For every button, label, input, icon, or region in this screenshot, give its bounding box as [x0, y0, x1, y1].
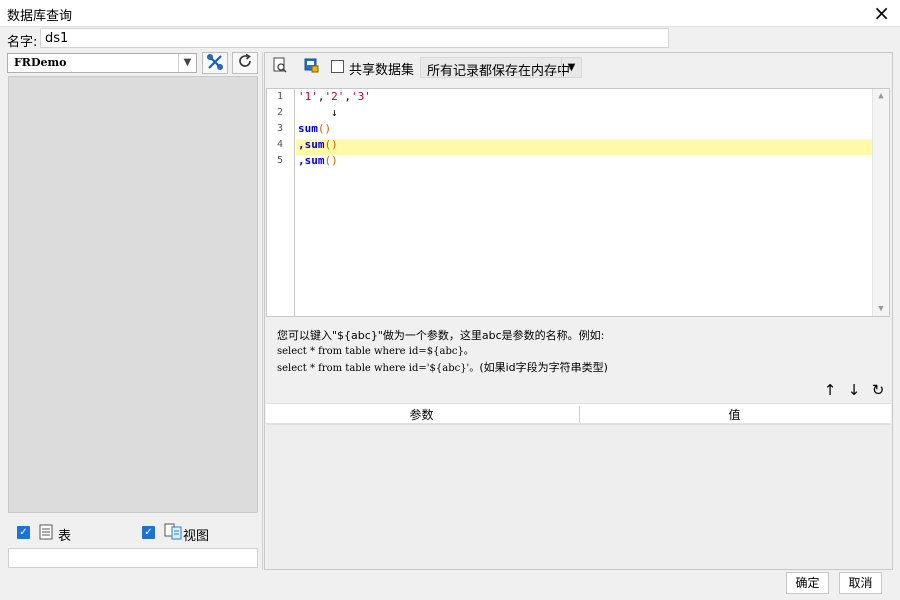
dialog-footer: 确定 取消: [0, 571, 900, 600]
code-token: sum: [304, 154, 325, 167]
arrow-glyph: ↓: [331, 106, 338, 119]
refresh-icon: [239, 53, 251, 67]
line-number: 1: [276, 91, 283, 102]
current-line-highlight: [296, 139, 873, 155]
tools-icon: [206, 53, 224, 71]
arrow-up-icon[interactable]: ↑: [820, 381, 840, 399]
tables-checkbox[interactable]: ✓: [17, 526, 30, 539]
code-token: '3': [351, 90, 371, 103]
left-panel: FRDemo ▼ ✓ 表 ✓ 视图: [7, 52, 260, 570]
ok-button[interactable]: 确定: [786, 572, 829, 594]
code-token: '1': [298, 90, 318, 103]
name-input[interactable]: [40, 28, 669, 48]
hint-line-3-note: (如果id字段为字符串类型): [479, 361, 608, 374]
code-token: ,: [298, 138, 305, 151]
line-number-gutter: 1 2 3 4 5: [267, 89, 295, 316]
hint-line-2: select * from table where id=${abc}。: [277, 346, 474, 357]
views-label: 视图: [183, 529, 210, 544]
database-select[interactable]: FRDemo ▼: [7, 53, 197, 73]
chevron-down-icon[interactable]: ▼: [178, 54, 196, 72]
code-token: ,: [298, 154, 305, 167]
view-icon: [164, 523, 182, 540]
name-row: 名字:: [0, 27, 900, 51]
code-token: sum: [298, 122, 318, 135]
title-bar: 数据库查询 ×: [0, 0, 900, 27]
code-line-3: sum(): [298, 121, 331, 137]
column-header-value[interactable]: 值: [579, 406, 889, 423]
window-title: 数据库查询: [7, 9, 73, 24]
code-token: (): [317, 122, 332, 135]
parameter-tools: ↑ ↓ ↻: [820, 381, 890, 401]
tables-label: 表: [58, 529, 72, 544]
table-tree[interactable]: [8, 76, 258, 513]
views-checkbox[interactable]: ✓: [142, 526, 155, 539]
arrow-down-icon[interactable]: ↓: [844, 381, 864, 399]
code-token: (): [324, 154, 338, 167]
preview-icon: [273, 57, 287, 73]
table-icon: [39, 524, 53, 540]
code-token: (): [324, 138, 338, 151]
code-line-1: '1','2','3': [298, 89, 371, 105]
line-number: 4: [276, 139, 283, 150]
panel-divider[interactable]: [262, 52, 263, 570]
scroll-up-icon[interactable]: ▲: [873, 91, 889, 101]
code-token: sum: [304, 138, 325, 151]
close-icon[interactable]: ×: [873, 1, 890, 25]
right-panel: 共享数据集 所有记录都保存在内存中 ▼ 1 2 3 4 5 '1','2','3…: [264, 52, 893, 570]
sql-editor[interactable]: 1 2 3 4 5 '1','2','3' ↓ sum() ,sum() ,su…: [266, 88, 890, 317]
preview-button[interactable]: [268, 57, 292, 79]
line-number: 3: [276, 123, 283, 134]
code-line-4: ,sum(): [298, 137, 338, 153]
cancel-button[interactable]: 取消: [839, 572, 882, 594]
editor-scrollbar[interactable]: ▲ ▼: [872, 89, 889, 316]
parameter-table: 参数 值: [266, 403, 891, 569]
scroll-down-icon[interactable]: ▼: [873, 304, 889, 314]
query-toolbar: 共享数据集 所有记录都保存在内存中 ▼: [265, 53, 892, 83]
refresh-icon[interactable]: ↻: [868, 381, 888, 399]
code-token: ,: [317, 90, 325, 103]
share-dataset-checkbox[interactable]: [331, 60, 344, 73]
line-number: 2: [276, 107, 283, 118]
parameter-hint: 您可以键入"${abc}"做为一个参数，这里abc是参数的名称。例如: sele…: [277, 328, 608, 377]
save-mode-select[interactable]: 所有记录都保存在内存中 ▼: [420, 57, 582, 79]
sql-editor-button[interactable]: [299, 57, 323, 79]
database-edit-icon: [304, 58, 319, 73]
line-number: 5: [276, 155, 283, 166]
hint-line-3: select * from table where id='${abc}'。: [277, 363, 480, 374]
column-header-param[interactable]: 参数: [266, 406, 577, 423]
code-line-2: ↓: [331, 105, 338, 121]
save-mode-value: 所有记录都保存在内存中: [427, 64, 571, 79]
code-token: ,: [344, 90, 351, 103]
table-header: 参数 值: [266, 403, 891, 425]
table-search-input[interactable]: [8, 548, 258, 568]
connection-settings-button[interactable]: [202, 52, 228, 74]
name-label: 名字:: [7, 35, 38, 50]
chevron-down-icon[interactable]: ▼: [561, 58, 581, 77]
code-line-5: ,sum(): [298, 153, 338, 169]
share-dataset-label: 共享数据集: [349, 63, 415, 78]
database-select-value: FRDemo: [14, 56, 67, 69]
hint-line-1: 您可以键入"${abc}"做为一个参数，这里abc是参数的名称。例如:: [277, 329, 605, 342]
refresh-button[interactable]: [232, 52, 258, 74]
code-token: '2': [324, 90, 345, 103]
